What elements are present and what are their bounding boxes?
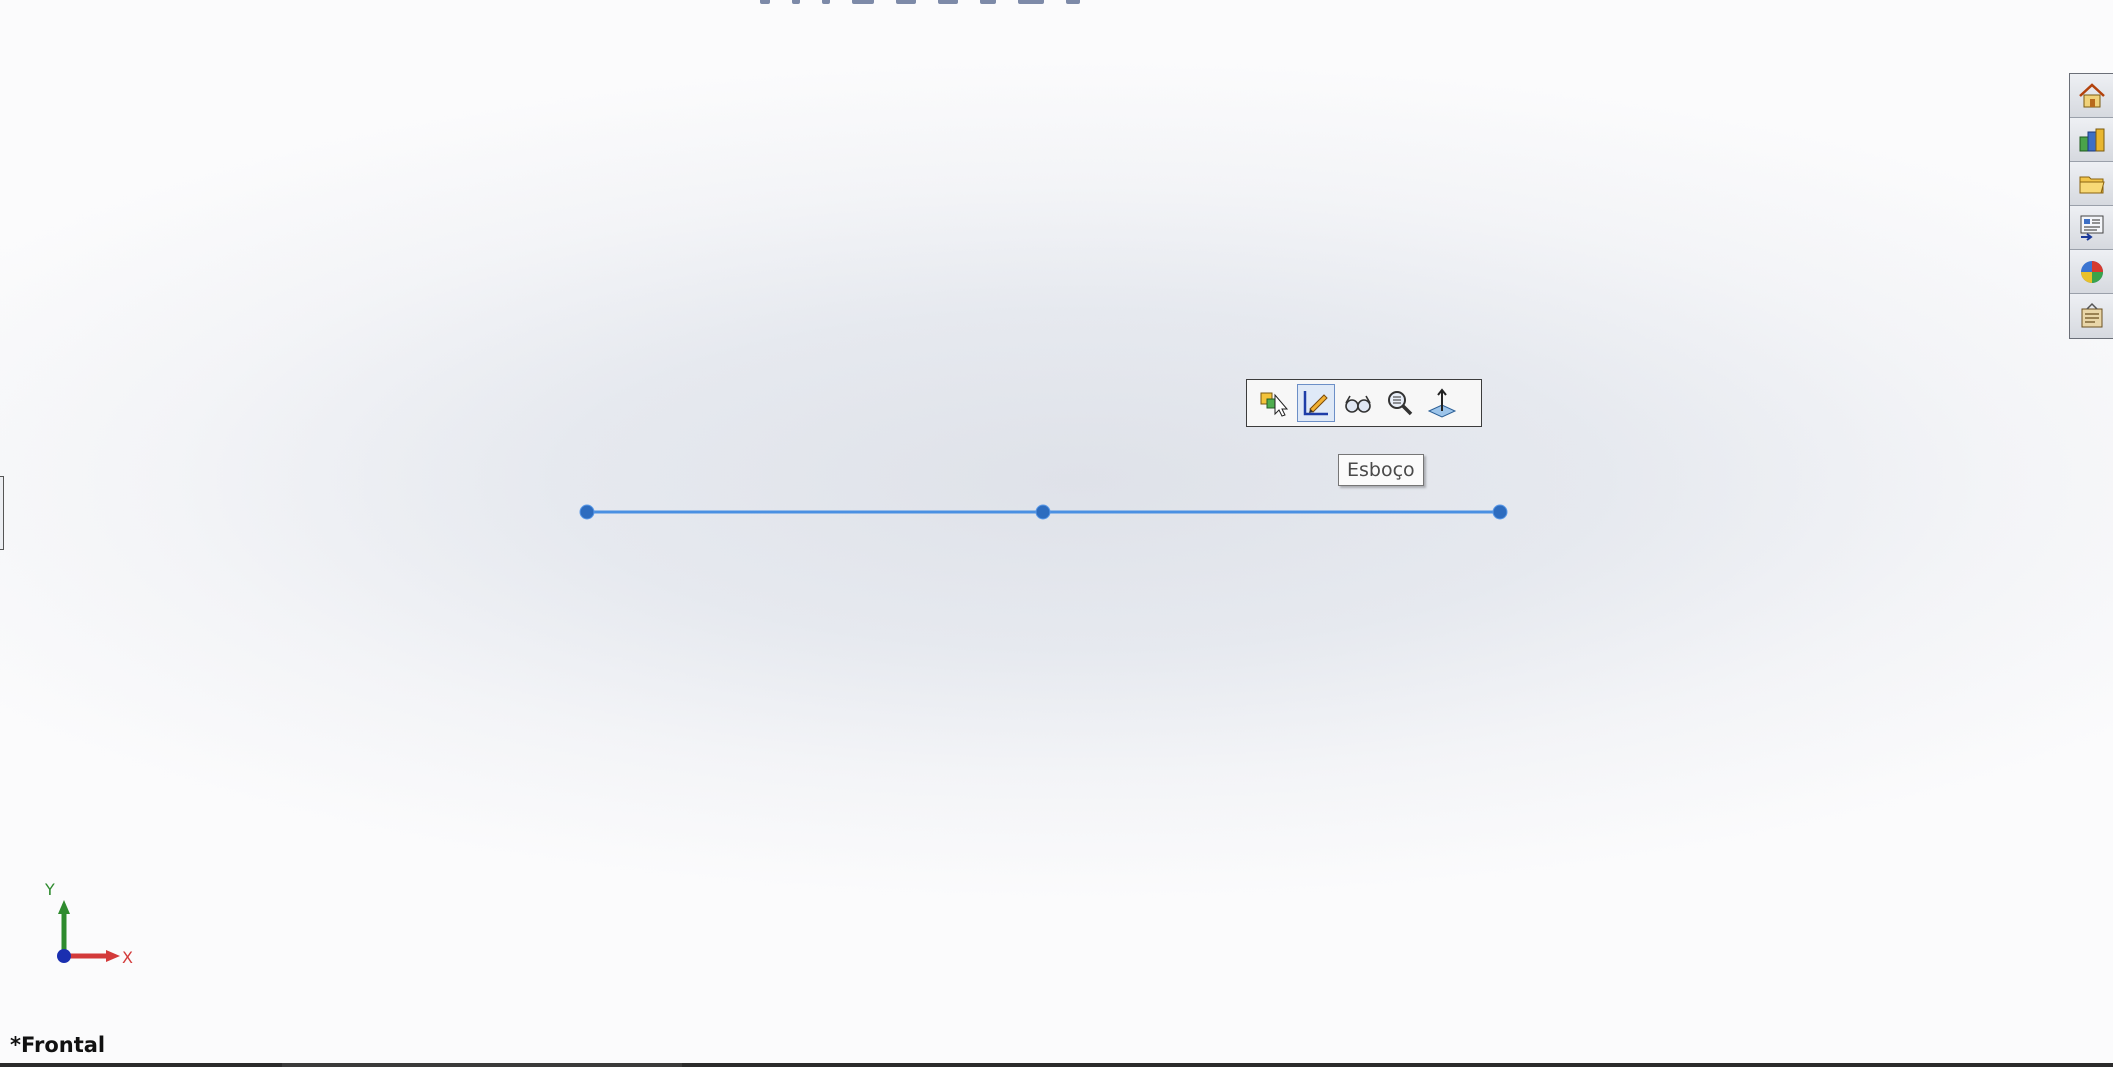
context-toolbar — [1246, 379, 1482, 427]
task-pane-appearances[interactable] — [2070, 250, 2113, 294]
appearances-icon — [2081, 260, 2103, 283]
custom-properties-icon — [2081, 302, 2103, 328]
task-pane-tabs — [2069, 73, 2113, 339]
design-library-icon — [2079, 176, 2105, 193]
home-icon — [2079, 82, 2105, 107]
normal-to-icon — [1427, 388, 1457, 418]
viewport-bottom-border — [0, 1063, 2113, 1067]
tooltip: Esboço — [1338, 454, 1424, 486]
select-sketch-button[interactable] — [1255, 384, 1293, 422]
task-pane-home[interactable] — [2070, 74, 2113, 118]
task-pane-design-library[interactable] — [2070, 162, 2113, 206]
file-explorer-icon — [2080, 215, 2104, 241]
hide-show-button[interactable] — [1339, 384, 1377, 422]
zoom-to-selection-button[interactable] — [1381, 384, 1419, 422]
normal-to-button[interactable] — [1423, 384, 1461, 422]
sketch-endpoint-right[interactable] — [1492, 504, 1508, 520]
edit-sketch-icon — [1303, 391, 1328, 416]
reference-triad: Y X — [40, 874, 150, 978]
view-orientation-label: *Frontal — [10, 1033, 106, 1057]
sketch-midpoint[interactable] — [1035, 504, 1051, 520]
zoom-to-selection-icon — [1388, 391, 1413, 416]
sketch-geometry — [579, 504, 1508, 520]
task-pane-resources[interactable] — [2070, 118, 2113, 162]
task-pane-custom-properties[interactable] — [2070, 294, 2113, 338]
triad-y-label: Y — [44, 880, 55, 899]
sketch-endpoint-left[interactable] — [579, 504, 595, 520]
hide-show-icon — [1345, 395, 1371, 413]
task-pane-file-explorer[interactable] — [2070, 206, 2113, 250]
edit-sketch-button[interactable] — [1297, 384, 1335, 422]
triad-x-label: X — [122, 948, 133, 967]
resources-icon — [2079, 128, 2105, 151]
select-sketch-icon — [1260, 392, 1289, 417]
